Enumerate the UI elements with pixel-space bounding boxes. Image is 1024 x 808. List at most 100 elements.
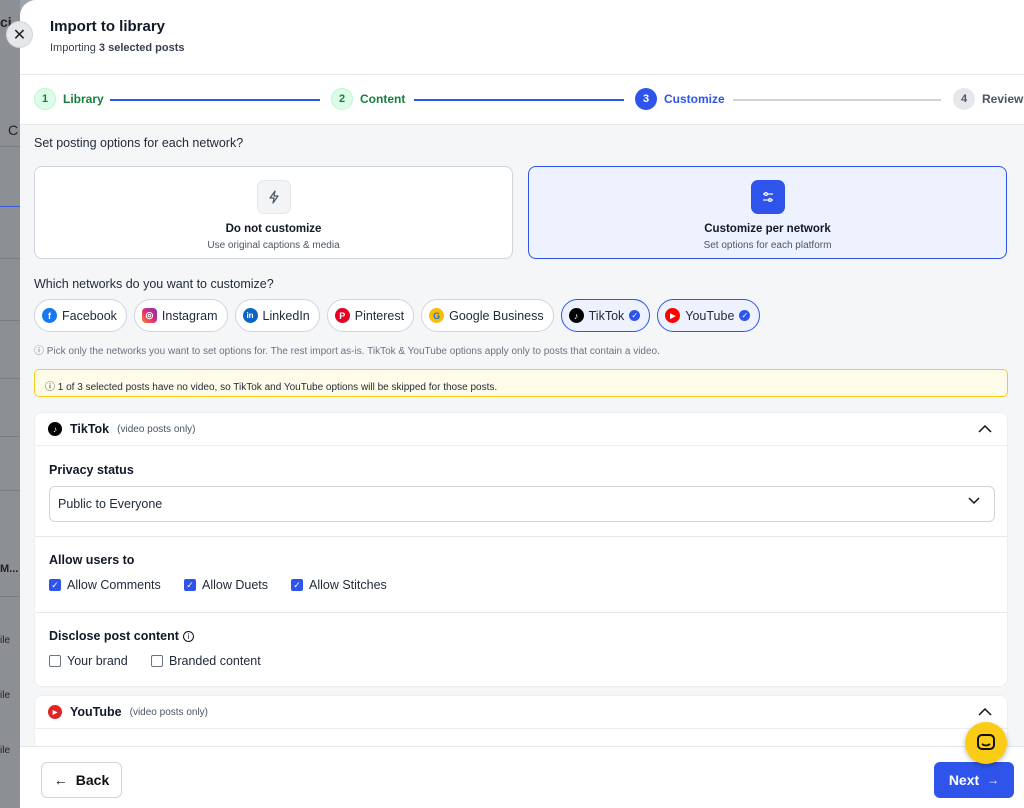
chat-icon — [977, 734, 995, 750]
sliders-icon — [750, 180, 785, 214]
stepper: 1 Library 2 Content 3 Customize 4 Review — [20, 75, 1024, 125]
chip-instagram[interactable]: ◎ Instagram — [133, 299, 228, 332]
bg-text: ile — [0, 745, 11, 756]
chip-google-business[interactable]: G Google Business — [421, 299, 554, 332]
subtitle-count: 3 selected posts — [98, 42, 185, 54]
bg-text: M... — [0, 563, 19, 575]
next-label: Next — [948, 772, 980, 788]
chip-youtube[interactable]: ▶ YouTube ✓ — [657, 299, 761, 332]
step-connector — [110, 99, 320, 101]
checkbox-checked-icon: ✓ — [49, 579, 61, 591]
chip-label: Google Business — [449, 308, 544, 323]
check-icon: ✓ — [739, 310, 751, 321]
step-number: 4 — [953, 88, 975, 110]
disclose-label: Disclose post content — [49, 629, 179, 643]
tiktok-icon: ♪ — [48, 422, 62, 436]
allow-label: Allow users to — [49, 553, 135, 567]
next-button[interactable]: Next → — [934, 762, 1014, 798]
step-connector — [414, 99, 624, 101]
tiktok-options-card: ♪ TikTok (video posts only) Privacy stat… — [34, 412, 1008, 687]
step-label: Content — [360, 92, 406, 106]
privacy-value: Public to Everyone — [58, 497, 163, 511]
back-button[interactable]: ← Back — [41, 762, 122, 798]
card-note: (video posts only) — [129, 706, 208, 718]
youtube-icon: ▶ — [665, 308, 681, 323]
option-title: Do not customize — [225, 223, 322, 235]
option-do-not-customize[interactable]: Do not customize Use original captions &… — [34, 166, 513, 259]
checkbox-label: Your brand — [67, 654, 128, 668]
option-title: Customize per network — [704, 223, 831, 235]
step-number: 1 — [34, 88, 56, 110]
youtube-icon: ▶ — [48, 705, 62, 719]
check-icon: ✓ — [629, 310, 641, 321]
chip-label: YouTube — [685, 308, 735, 323]
customize-question: Set posting options for each network? — [34, 136, 244, 150]
checkbox-checked-icon: ✓ — [291, 579, 303, 591]
step-content[interactable]: 2 Content — [331, 88, 405, 110]
pinterest-icon: P — [334, 308, 350, 323]
step-label: Library — [63, 92, 104, 106]
facebook-icon: f — [42, 308, 57, 323]
dialog-subtitle: Importing 3 selected posts — [50, 42, 185, 54]
checkbox-unchecked-icon — [49, 655, 61, 667]
allow-duets-checkbox[interactable]: ✓ Allow Duets — [184, 578, 268, 592]
step-library[interactable]: 1 Library — [34, 88, 104, 110]
step-connector — [733, 99, 941, 101]
divider — [35, 612, 1007, 613]
privacy-label: Privacy status — [49, 463, 134, 477]
close-button[interactable]: ✕ — [6, 21, 33, 48]
checkbox-label: Branded content — [169, 654, 261, 668]
step-label: Review — [982, 92, 1024, 106]
chevron-up-icon[interactable] — [977, 421, 993, 437]
chip-tiktok[interactable]: ♪ TikTok ✓ — [560, 299, 651, 332]
import-dialog: Import to library Importing 3 selected p… — [20, 0, 1024, 808]
dialog-footer: ← Back Next → — [20, 746, 1024, 808]
card-title: TikTok — [70, 422, 110, 436]
allow-stitches-checkbox[interactable]: ✓ Allow Stitches — [291, 578, 387, 592]
info-icon[interactable]: i — [182, 630, 194, 642]
divider — [35, 536, 1007, 537]
network-chips: f Facebook ◎ Instagram in LinkedIn P Pin… — [34, 299, 761, 332]
allow-comments-checkbox[interactable]: ✓ Allow Comments — [49, 578, 161, 592]
step-review[interactable]: 4 Review — [953, 88, 1023, 110]
chip-label: Instagram — [161, 308, 218, 323]
close-icon: ✕ — [12, 26, 27, 44]
chip-pinterest[interactable]: P Pinterest — [326, 299, 415, 332]
chip-label: Facebook — [62, 308, 117, 323]
background-app: ci C M... ile ile ile — [0, 0, 20, 808]
checkbox-label: Allow Duets — [202, 578, 268, 592]
checkbox-unchecked-icon — [151, 655, 163, 667]
back-label: Back — [75, 772, 110, 788]
subtitle-prefix: Importing — [50, 42, 99, 54]
branded-content-checkbox[interactable]: Branded content — [151, 654, 261, 668]
dialog-header: Import to library Importing 3 selected p… — [20, 0, 1024, 75]
checkbox-checked-icon: ✓ — [184, 579, 196, 591]
chip-facebook[interactable]: f Facebook — [34, 299, 127, 332]
video-warning: ⓘ 1 of 3 selected posts have no video, s… — [34, 369, 1008, 397]
arrow-left-icon: ← — [53, 772, 68, 788]
bg-text: ile — [0, 635, 11, 646]
chat-launcher-button[interactable] — [965, 722, 1007, 764]
option-customize-per-network[interactable]: Customize per network Set options for ea… — [528, 166, 1007, 259]
tiktok-card-header[interactable]: ♪ TikTok (video posts only) — [35, 413, 1007, 446]
chip-linkedin[interactable]: in LinkedIn — [234, 299, 320, 332]
chip-label: TikTok — [588, 308, 625, 323]
bg-text: C — [8, 122, 19, 138]
networks-hint: ⓘ Pick only the networks you want to set… — [34, 346, 660, 357]
bolt-icon — [256, 180, 291, 214]
chevron-up-icon[interactable] — [977, 704, 993, 720]
your-brand-checkbox[interactable]: Your brand — [49, 654, 128, 668]
youtube-card-header[interactable]: ▶ YouTube (video posts only) — [35, 696, 1007, 729]
networks-question: Which networks do you want to customize? — [34, 277, 274, 291]
bg-text: ile — [0, 690, 11, 701]
chip-label: Pinterest — [354, 308, 405, 323]
step-customize[interactable]: 3 Customize — [635, 88, 725, 110]
instagram-icon: ◎ — [141, 308, 157, 323]
tiktok-icon: ♪ — [568, 308, 584, 323]
arrow-right-icon: → — [987, 773, 1000, 787]
privacy-select[interactable]: Public to Everyone — [49, 486, 995, 522]
option-desc: Use original captions & media — [207, 240, 340, 251]
dialog-title: Import to library — [50, 18, 166, 35]
step-number: 2 — [331, 88, 353, 110]
step-label: Customize — [664, 92, 725, 106]
